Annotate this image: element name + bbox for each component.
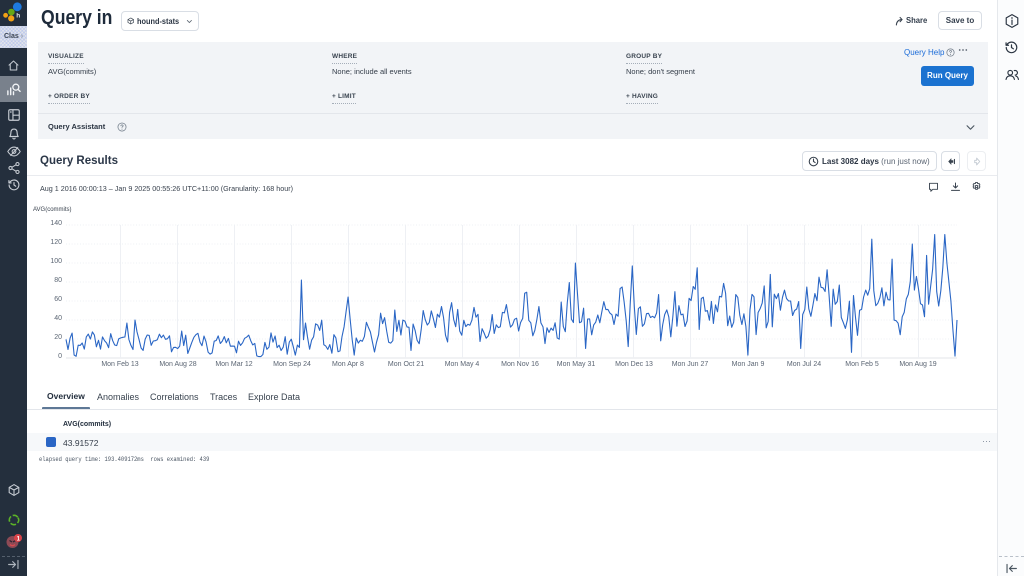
svg-text:h: h (16, 13, 20, 20)
